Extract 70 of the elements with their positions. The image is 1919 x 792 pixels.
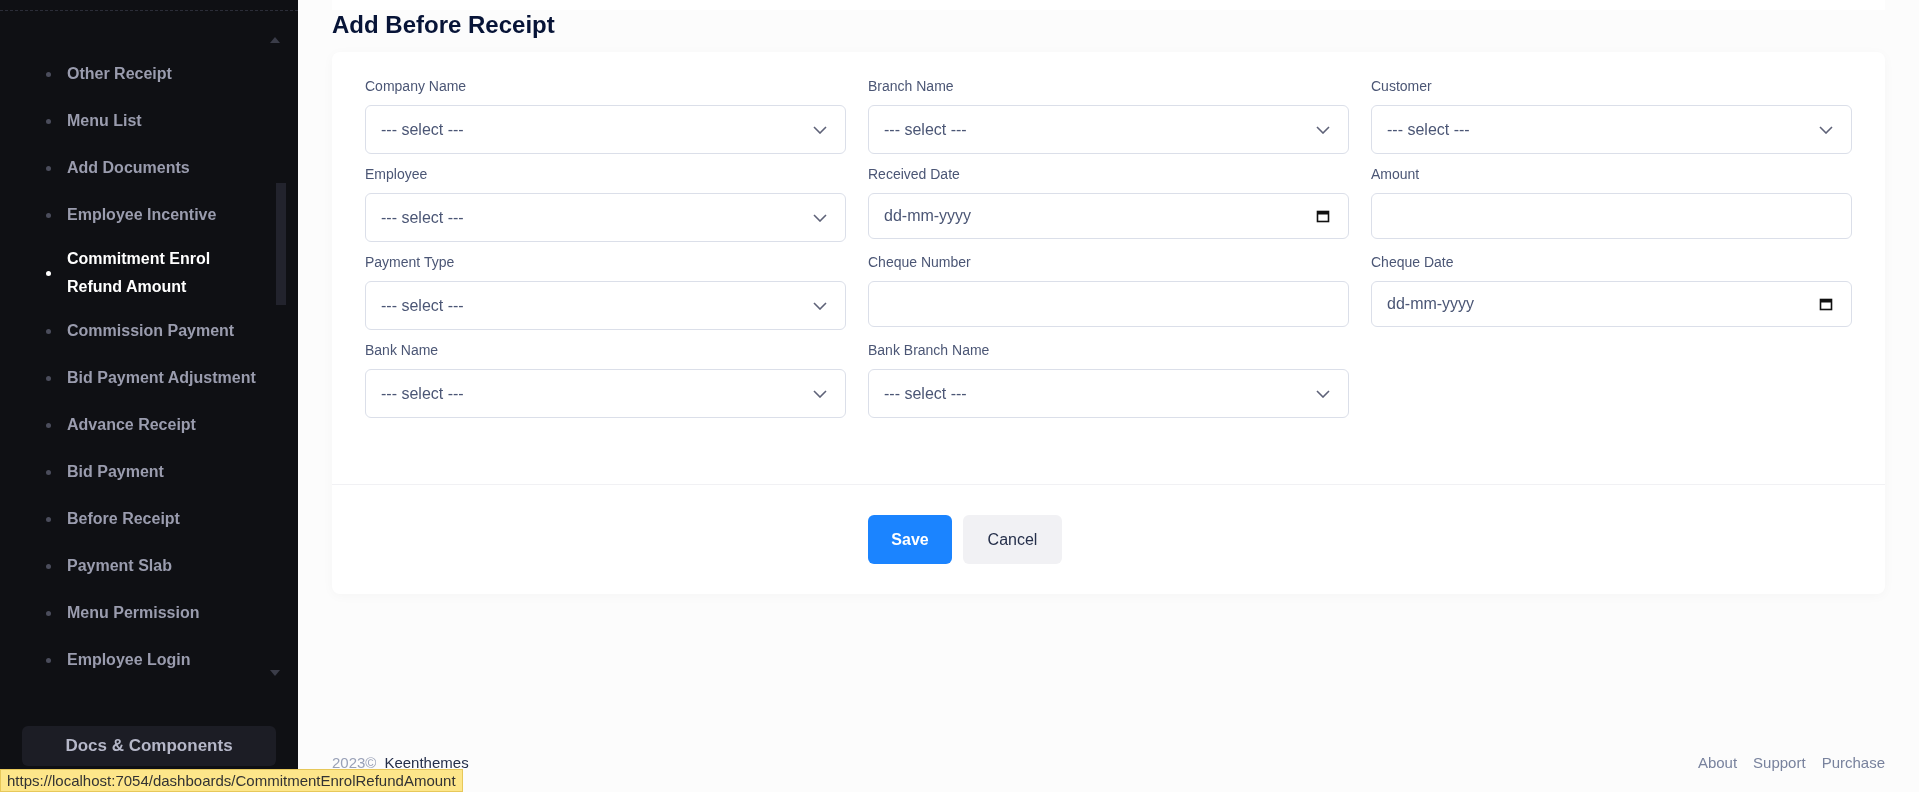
calendar-icon bbox=[1316, 209, 1330, 223]
copyright-year: 2023© bbox=[332, 754, 377, 771]
sidebar-item[interactable]: Before Receipt bbox=[46, 502, 268, 536]
scroll-down-icon[interactable] bbox=[270, 670, 280, 676]
field-label: Bank Name bbox=[365, 342, 440, 359]
date-field[interactable]: dd-mm-yyyy bbox=[868, 193, 1349, 239]
input-field[interactable] bbox=[1371, 193, 1852, 239]
chevron-down-icon bbox=[1819, 125, 1833, 134]
bullet-icon bbox=[46, 328, 51, 334]
sidebar-item[interactable]: Commission Payment bbox=[46, 314, 268, 348]
scroll-up-icon[interactable] bbox=[270, 37, 280, 43]
bullet-icon bbox=[46, 469, 51, 475]
bullet-icon bbox=[46, 563, 51, 569]
sidebar-item[interactable]: Bid Payment Adjustment bbox=[46, 361, 268, 395]
date-field[interactable]: dd-mm-yyyy bbox=[1371, 281, 1852, 327]
field-label: Branch Name bbox=[868, 78, 955, 95]
sidebar-item[interactable]: Employee Login bbox=[46, 643, 268, 677]
docs-components-button[interactable]: Docs & Components bbox=[22, 726, 276, 766]
bullet-icon bbox=[46, 516, 51, 522]
cancel-button[interactable]: Cancel bbox=[963, 515, 1062, 564]
footer-link[interactable]: Purchase bbox=[1821, 754, 1885, 771]
chevron-down-icon bbox=[813, 213, 827, 222]
bullet-icon bbox=[46, 657, 51, 663]
bullet-icon bbox=[46, 610, 51, 616]
select-field[interactable]: --- select --- bbox=[1371, 105, 1852, 154]
chevron-down-icon bbox=[813, 125, 827, 134]
bullet-icon bbox=[46, 212, 51, 218]
field-label: Employee bbox=[365, 166, 429, 183]
field-label: Amount bbox=[1371, 166, 1421, 183]
field-label: Customer bbox=[1371, 78, 1433, 95]
sidebar-item[interactable]: Employee Incentive bbox=[46, 198, 268, 232]
sidebar-item[interactable]: Menu Permission bbox=[46, 596, 268, 630]
status-url-tooltip: https://localhost:7054/dashboards/CommitmentEnrolRefundAmount bbox=[0, 769, 463, 792]
select-field[interactable]: --- select --- bbox=[868, 369, 1349, 418]
select-field[interactable]: --- select --- bbox=[365, 369, 846, 418]
page-title: Add Before Receipt bbox=[332, 10, 556, 40]
calendar-icon bbox=[1819, 297, 1833, 311]
footer-link[interactable]: About bbox=[1697, 754, 1738, 771]
chevron-down-icon bbox=[813, 301, 827, 310]
sidebar-item[interactable]: Commitment Enrol Refund Amount bbox=[46, 245, 268, 301]
sidebar-item[interactable]: Add Documents bbox=[46, 151, 268, 185]
chevron-down-icon bbox=[813, 389, 827, 398]
field-label: Cheque Number bbox=[868, 254, 972, 271]
bullet-icon bbox=[46, 375, 51, 381]
bullet-icon bbox=[46, 71, 51, 77]
field-label: Company Name bbox=[365, 78, 468, 95]
scrollbar-thumb[interactable] bbox=[276, 183, 286, 305]
select-field[interactable]: --- select --- bbox=[365, 105, 846, 154]
sidebar-item[interactable]: Advance Receipt bbox=[46, 408, 268, 442]
bullet-icon bbox=[46, 165, 51, 171]
input-field[interactable] bbox=[868, 281, 1349, 327]
footer-link[interactable]: Support bbox=[1753, 754, 1806, 771]
brand-link[interactable]: Keenthemes bbox=[384, 754, 469, 771]
field-label: Payment Type bbox=[365, 254, 456, 271]
sidebar-item[interactable]: Bid Payment bbox=[46, 455, 268, 489]
sidebar-item[interactable]: Other Receipt bbox=[46, 57, 268, 91]
save-button[interactable]: Save bbox=[868, 515, 952, 564]
field-label: Cheque Date bbox=[1371, 254, 1455, 271]
select-field[interactable]: --- select --- bbox=[365, 281, 846, 330]
select-field[interactable]: --- select --- bbox=[868, 105, 1349, 154]
chevron-down-icon bbox=[1316, 125, 1330, 134]
bullet-icon bbox=[46, 118, 51, 124]
sidebar-item[interactable]: Payment Slab bbox=[46, 549, 268, 583]
field-label: Bank Branch Name bbox=[868, 342, 991, 359]
chevron-down-icon bbox=[1316, 389, 1330, 398]
field-label: Received Date bbox=[868, 166, 961, 183]
bullet-icon bbox=[46, 270, 51, 276]
bullet-icon bbox=[46, 422, 51, 428]
select-field[interactable]: --- select --- bbox=[365, 193, 846, 242]
sidebar-item[interactable]: Menu List bbox=[46, 104, 268, 138]
